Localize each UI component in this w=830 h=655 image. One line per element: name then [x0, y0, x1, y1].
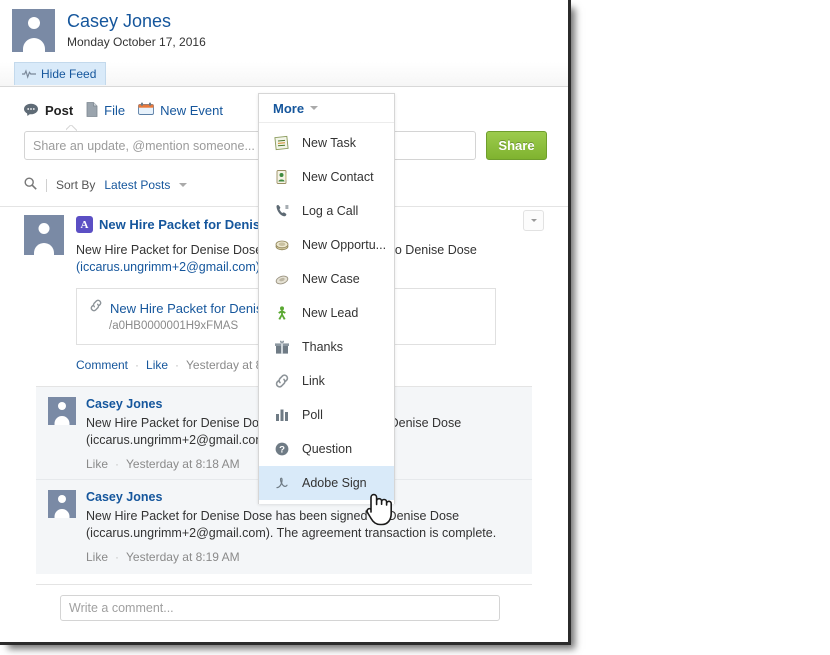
menu-item-label: New Task [302, 136, 356, 150]
comment-text: New Hire Packet for Denise Dose has been… [86, 509, 497, 540]
avatar [48, 397, 76, 425]
avatar [24, 215, 64, 255]
menu-item-new-task[interactable]: New Task [259, 126, 394, 160]
menu-item-thanks[interactable]: Thanks [259, 330, 394, 364]
menu-item-link[interactable]: Link [259, 364, 394, 398]
contact-card-icon [273, 168, 291, 186]
menu-item-label: Poll [302, 408, 323, 422]
comment-timestamp: Yesterday at 8:18 AM [126, 457, 240, 471]
menu-item-log-a-call[interactable]: Log a Call [259, 194, 394, 228]
more-menu-list: New Task New Contact Log a Call New Oppo… [259, 122, 394, 504]
avatar [48, 490, 76, 518]
comment-like-link[interactable]: Like [86, 550, 108, 564]
comment-timestamp: Yesterday at 8:19 AM [126, 550, 240, 564]
more-label: More [273, 100, 305, 116]
file-icon [86, 101, 98, 119]
calendar-icon [138, 102, 155, 118]
lead-person-icon [273, 304, 291, 322]
post-like-link[interactable]: Like [146, 358, 168, 372]
menu-item-label: Link [302, 374, 325, 388]
tab-post-label: Post [45, 102, 74, 118]
adobe-sign-icon [273, 474, 291, 492]
sort-by-value[interactable]: Latest Posts [104, 178, 170, 192]
more-dropdown-trigger[interactable]: More [259, 94, 394, 122]
tab-new-event-label: New Event [160, 102, 223, 118]
tab-file[interactable]: File [86, 101, 138, 119]
comment-input[interactable] [60, 595, 500, 621]
task-list-icon [273, 134, 291, 152]
action-separator: · [115, 457, 120, 471]
share-button[interactable]: Share [486, 131, 547, 160]
link-chain-icon [273, 372, 291, 390]
sort-divider [46, 178, 47, 192]
case-briefcase-icon [273, 270, 291, 288]
svg-text:?: ? [279, 445, 285, 456]
tab-post[interactable]: Post [24, 103, 86, 118]
opportunity-coin-icon [273, 236, 291, 254]
comment-bubble-icon [24, 103, 39, 118]
chevron-down-icon [310, 106, 319, 110]
menu-item-new-case[interactable]: New Case [259, 262, 394, 296]
comment-actions: Like · Yesterday at 8:19 AM [86, 550, 522, 564]
header-date: Monday October 17, 2016 [67, 35, 206, 49]
menu-item-adobe-sign[interactable]: Adobe Sign [259, 466, 394, 500]
bar-chart-icon [273, 406, 291, 424]
link-chain-icon [89, 299, 103, 317]
post-text-email: (iccarus.ungrimm+2@gmail.com). [76, 260, 264, 274]
post-menu-button[interactable] [523, 210, 544, 231]
tab-file-label: File [104, 102, 126, 118]
pulse-icon [22, 69, 36, 79]
menu-item-new-opportunity[interactable]: New Opportu... [259, 228, 394, 262]
share-input[interactable] [24, 131, 476, 160]
hide-feed-button[interactable]: Hide Feed [14, 62, 107, 85]
menu-item-label: Log a Call [302, 204, 359, 218]
tab-new-event[interactable]: New Event [138, 102, 236, 118]
user-header: Casey Jones Monday October 17, 2016 [0, 0, 568, 52]
menu-item-label: New Contact [302, 170, 374, 184]
user-avatar-icon [12, 9, 55, 52]
more-dropdown: More New Task New Contact Log a Call New… [258, 93, 395, 504]
comment-composer [36, 584, 532, 631]
menu-item-poll[interactable]: Poll [259, 398, 394, 432]
menu-item-label: New Lead [302, 306, 359, 320]
action-separator: · [115, 550, 120, 564]
user-header-meta: Casey Jones Monday October 17, 2016 [67, 9, 206, 49]
pdf-icon: A [76, 216, 93, 233]
menu-item-label: Adobe Sign [302, 476, 367, 490]
post-comment-link[interactable]: Comment [76, 358, 128, 372]
composer-caret-icon [66, 125, 77, 131]
menu-item-label: Thanks [302, 340, 343, 354]
menu-item-label: New Opportu... [302, 238, 387, 252]
browser-page: Casey Jones Monday October 17, 2016 Hide… [0, 0, 571, 645]
chevron-down-icon[interactable] [179, 183, 188, 187]
phone-icon [273, 202, 291, 220]
sort-by-label: Sort By [56, 178, 96, 192]
chevron-down-icon [530, 219, 537, 222]
page-title[interactable]: Casey Jones [67, 11, 206, 31]
comment-like-link[interactable]: Like [86, 457, 108, 471]
gift-icon [273, 338, 291, 356]
menu-item-question[interactable]: ? Question [259, 432, 394, 466]
menu-item-new-contact[interactable]: New Contact [259, 160, 394, 194]
hide-feed-label: Hide Feed [41, 67, 97, 81]
menu-item-label: New Case [302, 272, 360, 286]
search-icon[interactable] [24, 177, 37, 193]
menu-item-new-lead[interactable]: New Lead [259, 296, 394, 330]
feed-tab-strip: Hide Feed [0, 62, 568, 87]
question-mark-icon: ? [273, 440, 291, 458]
action-separator: · [175, 358, 180, 372]
menu-item-label: Question [302, 442, 353, 456]
action-separator: · [135, 358, 140, 372]
